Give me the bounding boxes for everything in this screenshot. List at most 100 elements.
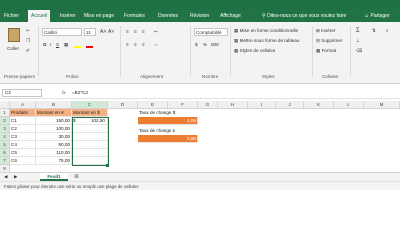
font-size-value: 11 — [86, 30, 91, 35]
name-box[interactable]: C2 — [2, 89, 42, 97]
tab-donnees[interactable]: Données — [158, 10, 178, 22]
product-cell[interactable]: C4 — [10, 141, 36, 149]
format-cells-button[interactable]: ▦ Format — [316, 48, 336, 54]
italic-icon[interactable]: I — [50, 42, 51, 47]
tab-fichier[interactable]: Fichier — [4, 10, 19, 22]
amount-euro-cell[interactable]: 110,00 — [36, 149, 72, 157]
font-name-select[interactable]: Calibri — [42, 28, 82, 36]
cut-icon[interactable]: ✂ — [26, 28, 30, 34]
sheet-tab-feuil1[interactable]: Feuil1 — [40, 173, 68, 181]
fill-color-icon[interactable] — [74, 42, 81, 48]
borders-icon[interactable]: ▦ — [64, 42, 68, 48]
next-sheet-icon[interactable]: ▶ — [14, 174, 18, 180]
exchange-rate-pound-value[interactable]: 0,86 — [138, 135, 198, 143]
format-as-table-button[interactable]: ▦ Mettre sous forme de tableau — [234, 38, 299, 44]
exchange-rate-dollar-label[interactable]: Taux de change $ — [138, 109, 198, 117]
grow-font-icon[interactable]: A˄ — [100, 29, 106, 35]
column-header[interactable]: K — [304, 101, 334, 109]
exchange-rate-dollar-value[interactable]: 1,06 — [138, 117, 198, 125]
product-cell[interactable]: C1 — [10, 117, 36, 125]
tab-inserer[interactable]: Insérer — [60, 10, 76, 22]
share-button[interactable]: ☺ Partager — [364, 10, 390, 22]
delete-cells-button[interactable]: ⊟ Supprimer — [316, 38, 342, 44]
column-header[interactable]: I — [248, 101, 276, 109]
row-header[interactable]: 2 — [0, 117, 10, 125]
column-header[interactable]: B — [36, 101, 72, 109]
header-cell-montant-dollar[interactable]: Montant en $ — [72, 109, 108, 117]
header-cell-montant-euro[interactable]: Montant en € — [36, 109, 72, 117]
fill-handle[interactable] — [106, 164, 109, 167]
amount-euro-cell[interactable]: 100,00 — [36, 125, 72, 133]
row-header[interactable]: 4 — [0, 133, 10, 141]
prev-sheet-icon[interactable]: ◀ — [4, 174, 8, 180]
tell-me-search[interactable]: ⚲ Dites-nous ce que vous voulez faire — [262, 10, 346, 22]
product-cell[interactable]: C3 — [10, 133, 36, 141]
formula-input[interactable]: =B2*C2 — [72, 89, 88, 97]
sheet-tab-bar: ◀ ▶ Feuil1 ⊕ — [0, 172, 400, 181]
row-header[interactable]: 5 — [0, 141, 10, 149]
exchange-rate-pound-label[interactable]: Taux de change £ — [138, 127, 198, 135]
tab-mise-en-page[interactable]: Mise en page — [84, 10, 114, 22]
amount-euro-cell[interactable]: 75,00 — [36, 157, 72, 165]
copy-icon[interactable]: ❐ — [26, 38, 30, 44]
number-format-select[interactable]: Comptabilité — [194, 28, 228, 36]
product-cell[interactable]: C2 — [10, 125, 36, 133]
font-color-icon[interactable] — [86, 42, 93, 48]
bold-icon[interactable]: G — [43, 42, 47, 47]
align-bottom-icon[interactable]: ≡ — [142, 29, 145, 34]
add-sheet-icon[interactable]: ⊕ — [74, 173, 79, 180]
column-header[interactable]: C — [72, 101, 108, 109]
font-size-select[interactable]: 11 — [84, 28, 96, 36]
column-header[interactable]: H — [218, 101, 248, 109]
tab-accueil[interactable]: Accueil — [28, 10, 51, 22]
header-cell-produits[interactable]: Produits — [10, 109, 36, 117]
currency-icon[interactable]: $ — [195, 42, 198, 47]
wrap-text-icon[interactable]: ↩ — [154, 29, 158, 35]
row-header[interactable]: 6 — [0, 149, 10, 157]
tab-formules[interactable]: Formules — [124, 10, 145, 22]
column-header[interactable]: M — [364, 101, 400, 109]
conditional-format-button[interactable]: ▦ Mise en forme conditionnelle — [234, 28, 298, 34]
sort-filter-icon[interactable]: ⇅ — [372, 28, 376, 34]
merge-center-icon[interactable]: ⇔ — [154, 42, 159, 47]
insert-cells-button[interactable]: ⊞ Insérer — [316, 28, 335, 34]
format-painter-icon[interactable]: ✐ — [26, 48, 30, 54]
group-label-styles: Styles — [262, 74, 275, 79]
cell-styles-button[interactable]: ▦ Styles de cellules — [234, 48, 275, 54]
tab-affichage[interactable]: Affichage — [220, 10, 241, 22]
row-header[interactable]: 1 — [0, 109, 10, 117]
column-header[interactable]: J — [276, 101, 304, 109]
align-center-icon[interactable]: ≡ — [134, 42, 137, 47]
amount-euro-cell[interactable]: 30,00 — [36, 133, 72, 141]
thousands-icon[interactable]: 000 — [211, 42, 219, 47]
row-header[interactable]: 7 — [0, 157, 10, 165]
row-header[interactable]: 3 — [0, 125, 10, 133]
amount-euro-cell[interactable]: 50,00 — [36, 141, 72, 149]
insert-function-icon[interactable]: fx — [62, 89, 66, 97]
percent-icon[interactable]: % — [203, 42, 207, 47]
clear-icon[interactable]: ⌫ — [356, 48, 363, 54]
paste-icon[interactable] — [8, 28, 20, 42]
align-middle-icon[interactable]: ≡ — [134, 29, 137, 34]
underline-icon[interactable]: S — [56, 42, 59, 47]
column-header[interactable]: L — [334, 101, 364, 109]
align-top-icon[interactable]: ≡ — [126, 29, 129, 34]
column-header[interactable]: E — [138, 101, 168, 109]
column-header[interactable]: A — [10, 101, 36, 109]
column-header[interactable]: F — [168, 101, 198, 109]
product-cell[interactable]: C6 — [10, 157, 36, 165]
tab-revision[interactable]: Révision — [190, 10, 209, 22]
column-header[interactable]: D — [108, 101, 138, 109]
ribbon: Coller ✂ ❐ ✐ Presse-papiers Calibri 11 A… — [0, 22, 400, 84]
product-cell[interactable]: C5 — [10, 149, 36, 157]
amount-euro-cell[interactable]: 150,00 — [36, 117, 72, 125]
autosum-icon[interactable]: Σ — [356, 28, 360, 34]
paste-label[interactable]: Coller — [7, 46, 19, 51]
align-left-icon[interactable]: ≡ — [126, 42, 129, 47]
align-right-icon[interactable]: ≡ — [142, 42, 145, 47]
shrink-font-icon[interactable]: A˅ — [108, 29, 114, 35]
fill-icon[interactable]: ⇣ — [356, 38, 360, 44]
column-header[interactable]: G — [198, 101, 218, 109]
find-select-icon[interactable]: ⌕ — [386, 28, 389, 33]
select-all-corner[interactable] — [0, 101, 10, 109]
